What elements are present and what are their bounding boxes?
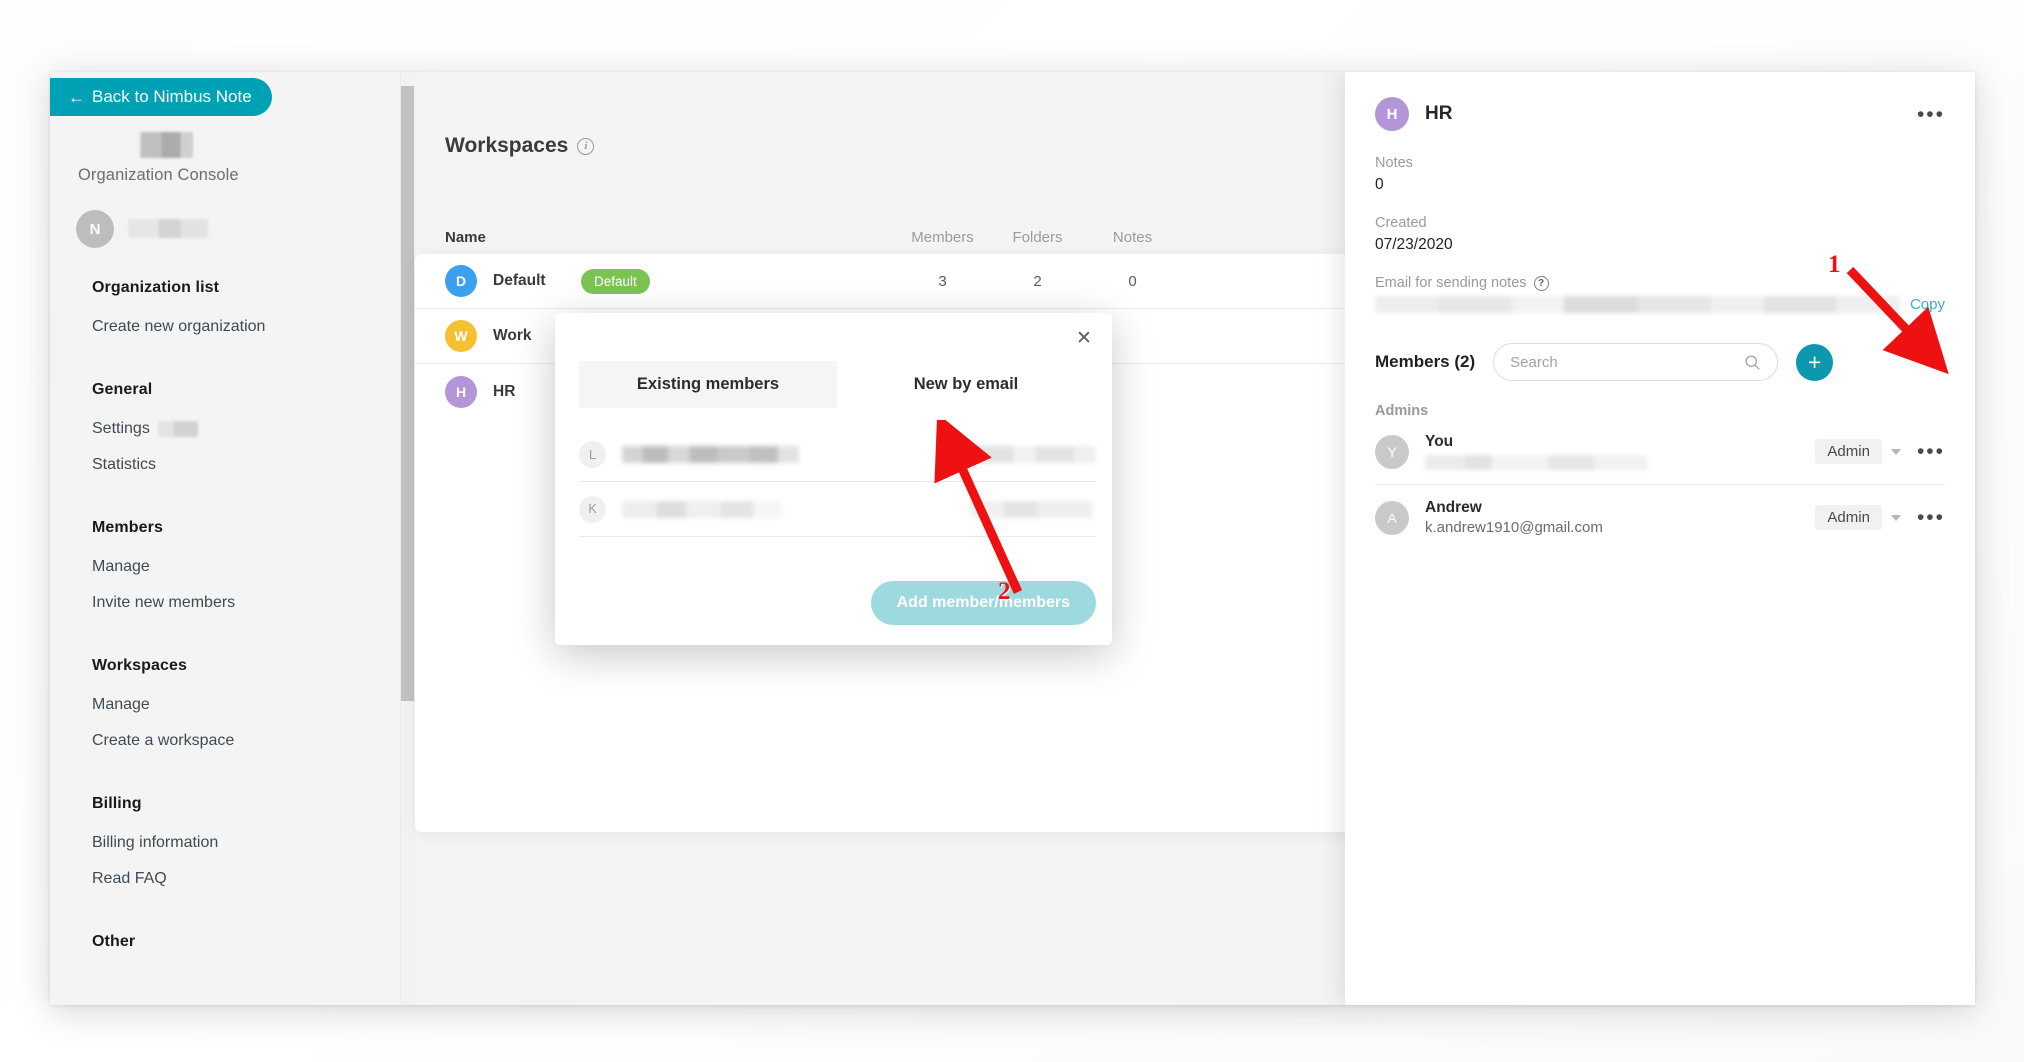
member-avatar: K bbox=[579, 495, 606, 523]
member-email-redacted bbox=[970, 500, 1092, 518]
modal-tabs: Existing members New by email bbox=[579, 361, 1112, 408]
member-email-redacted bbox=[943, 446, 1096, 463]
member-name-redacted bbox=[622, 500, 782, 518]
add-members-modal: ✕ Existing members New by email L K Add … bbox=[555, 313, 1112, 645]
add-member-members-button[interactable]: Add member/members bbox=[870, 581, 1096, 625]
modal-overlay: ✕ Existing members New by email L K Add … bbox=[50, 72, 1975, 1005]
tab-existing-members[interactable]: Existing members bbox=[579, 361, 837, 408]
existing-members-list: L K bbox=[579, 427, 1096, 537]
modal-footer: Add member/members bbox=[870, 581, 1096, 625]
app-window: ← Back to Nimbus Note Organization Conso… bbox=[50, 72, 1975, 1005]
close-icon[interactable]: ✕ bbox=[1072, 326, 1096, 350]
member-avatar: L bbox=[579, 441, 606, 468]
screenshot-root: ← Back to Nimbus Note Organization Conso… bbox=[0, 0, 2024, 1062]
annotation-number-2: 2 bbox=[998, 578, 1011, 605]
annotation-number-1: 1 bbox=[1828, 251, 1841, 278]
list-item[interactable]: K bbox=[579, 482, 1096, 537]
member-name-redacted bbox=[622, 446, 799, 463]
list-item[interactable]: L bbox=[579, 427, 1096, 482]
tab-new-by-email[interactable]: New by email bbox=[837, 361, 1095, 408]
